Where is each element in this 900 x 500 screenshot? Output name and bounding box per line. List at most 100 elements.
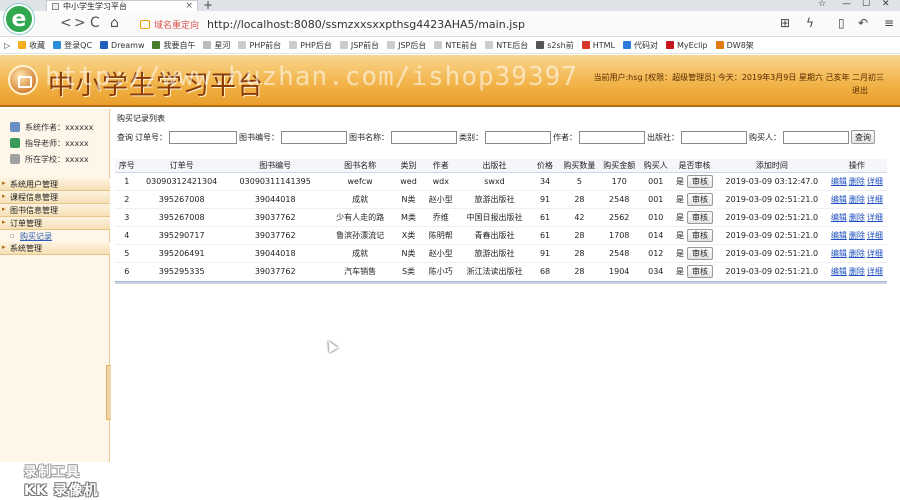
table-row: 4 395290717 39037762 鲁滨孙漂流记 X类 陈明帮 青春出版社 61 28 17… <box>115 226 887 245</box>
window-menu-icon[interactable]: ☆ <box>818 0 826 9</box>
row-actions: 编辑 删除 详细 <box>826 208 887 227</box>
browser-menu-icon[interactable]: ≡ <box>884 16 894 30</box>
edit-link[interactable]: 编辑 <box>831 267 847 276</box>
lightning-icon[interactable]: ϟ <box>806 16 814 30</box>
detail-link[interactable]: 详细 <box>867 213 883 222</box>
table-cell: 2019-03-09 02:51:21.0 <box>717 190 827 209</box>
bookmark-icon[interactable]: ▯ <box>838 16 845 30</box>
edit-link[interactable]: 编辑 <box>831 249 847 258</box>
address-bar[interactable]: 域名重定向 http://localhost:8080/ssmzxxsxxpth… <box>140 15 800 33</box>
review-button[interactable]: 审核 <box>686 228 713 242</box>
purchase-records-table: 序号 订单号 图书编号 图书名称 类别 作者 出版社 价格 购买数量 购买金额 购买人 是否审核 添加时… <box>115 159 887 280</box>
table-cell: 2019-03-09 02:51:21.0 <box>725 266 819 276</box>
bookmark-label: DW8架 <box>726 40 754 50</box>
logout-link[interactable]: 退出 <box>584 84 884 97</box>
table-cell: 中国日报出版社 <box>459 208 530 227</box>
close-window-icon[interactable]: ✕ <box>882 0 890 9</box>
column-header: 序号 <box>115 159 139 173</box>
column-header: 操作 <box>826 159 887 173</box>
review-button[interactable]: 审核 <box>686 246 713 260</box>
url-text[interactable]: http://localhost:8080/ssmzxxsxxpthsg4423… <box>207 18 525 31</box>
edit-link[interactable]: 编辑 <box>831 195 847 204</box>
forward-button[interactable]: > <box>74 15 86 31</box>
table-cell: swxd <box>459 172 530 191</box>
bookmark-item[interactable]: JSP前台 <box>339 40 379 51</box>
app-header: 中小学生学习平台 http://www.huzhan.com/ishop3939… <box>0 55 900 107</box>
edit-link[interactable]: 编辑 <box>831 231 847 240</box>
sidebar-info-label: 所在学校：xxxxx <box>25 154 89 164</box>
sidebar-menu-item[interactable]: 购买记录 <box>0 230 110 242</box>
school-icon <box>10 154 20 164</box>
filter-input[interactable] <box>281 130 347 144</box>
table-cell: 001 <box>639 190 672 209</box>
bookmark-favicon-icon <box>485 41 494 49</box>
filter-input[interactable] <box>681 130 747 144</box>
delete-link[interactable]: 删除 <box>849 267 865 276</box>
bookmark-item[interactable]: 我要自午 <box>152 40 195 51</box>
filter-input[interactable] <box>169 130 237 144</box>
sidebar-menu-group[interactable]: 课程信息管理 <box>0 191 110 204</box>
detail-link[interactable]: 详细 <box>867 249 883 258</box>
detail-link[interactable]: 详细 <box>867 231 883 240</box>
browser-tab[interactable]: 中小学生学习平台 × <box>46 0 198 11</box>
review-button[interactable]: 审核 <box>686 210 713 224</box>
delete-link[interactable]: 删除 <box>849 177 865 186</box>
sidebar-collapse-handle[interactable] <box>106 365 111 420</box>
bookmark-item[interactable]: HTML <box>581 41 615 50</box>
bookmark-item[interactable]: Dreamw <box>100 41 144 50</box>
edit-link[interactable]: 编辑 <box>831 213 847 222</box>
bookmark-item[interactable]: NTE前台 <box>434 40 477 51</box>
bookmark-item[interactable]: 代码对 <box>623 40 658 51</box>
sidebar-menu-group[interactable]: 图书信息管理 <box>0 204 110 217</box>
filter-input[interactable] <box>391 130 457 144</box>
back-button[interactable]: < <box>60 15 72 31</box>
table-cell: 是审核 <box>671 226 718 245</box>
review-button[interactable]: 审核 <box>686 192 713 206</box>
table-cell: N类 <box>394 244 423 263</box>
filter-input[interactable] <box>485 130 551 144</box>
bookmark-item[interactable]: s2sh前 <box>536 40 574 51</box>
filter-input[interactable] <box>579 130 645 144</box>
bookmark-item[interactable]: PHP后台 <box>289 40 332 51</box>
undo-icon[interactable]: ↶ <box>858 16 868 30</box>
detail-link[interactable]: 详细 <box>867 195 883 204</box>
edit-link[interactable]: 编辑 <box>831 177 847 186</box>
bookmark-item[interactable]: NTE后台 <box>485 40 528 51</box>
table-cell: 39044018 <box>224 244 326 263</box>
search-button[interactable]: 查询 <box>851 130 875 144</box>
browser-logo-icon[interactable]: e <box>4 4 34 34</box>
review-button[interactable]: 审核 <box>686 264 713 278</box>
bookmark-item[interactable]: 登录QC <box>53 40 92 51</box>
delete-link[interactable]: 删除 <box>849 213 865 222</box>
bookmarks-toggle-icon[interactable]: ▷ <box>4 41 10 50</box>
current-user-line: 当前用户:hsg [权限：超级管理员] 今天：2019年3月9日 星期六 己亥年… <box>593 73 884 82</box>
bookmark-item[interactable]: 收藏 <box>18 40 45 51</box>
bookmark-item[interactable]: JSP后台 <box>387 40 426 51</box>
column-header: 购买人 <box>639 159 672 173</box>
bookmark-item[interactable]: 星河 <box>203 40 230 51</box>
table-cell: 是审核 <box>671 172 718 191</box>
review-button[interactable]: 审核 <box>686 174 713 188</box>
minimize-icon[interactable]: — <box>842 0 851 9</box>
watermark-text: http://www.huzhan.com/ishop39397 <box>45 62 578 92</box>
reload-button[interactable]: C <box>90 15 100 31</box>
sidebar-menu-group[interactable]: 系统用户管理 <box>0 178 110 191</box>
sidebar-user-info: 系统作者：xxxxxx 指导老师：xxxxx 所在学校：xxxxx <box>0 109 109 167</box>
grid-icon[interactable]: ⊞ <box>780 16 790 30</box>
detail-link[interactable]: 详细 <box>867 267 883 276</box>
sidebar-menu-group[interactable]: 系统管理 <box>0 242 110 255</box>
maximize-icon[interactable]: ☐ <box>862 0 870 9</box>
table-cell: 42 <box>560 208 599 227</box>
sidebar-menu-group[interactable]: 订单管理 <box>0 217 110 230</box>
detail-link[interactable]: 详细 <box>867 177 883 186</box>
close-tab-icon[interactable]: × <box>185 1 193 11</box>
row-actions: 编辑 删除 详细 <box>826 190 887 209</box>
bookmark-item[interactable]: MyEclip <box>666 41 708 50</box>
bookmark-item[interactable]: PHP前台 <box>238 40 281 51</box>
delete-link[interactable]: 删除 <box>849 195 865 204</box>
delete-link[interactable]: 删除 <box>849 249 865 258</box>
filter-input[interactable] <box>783 130 849 144</box>
bookmark-item[interactable]: DW8架 <box>715 40 754 51</box>
delete-link[interactable]: 删除 <box>849 231 865 240</box>
home-button[interactable]: ⌂ <box>110 15 119 31</box>
